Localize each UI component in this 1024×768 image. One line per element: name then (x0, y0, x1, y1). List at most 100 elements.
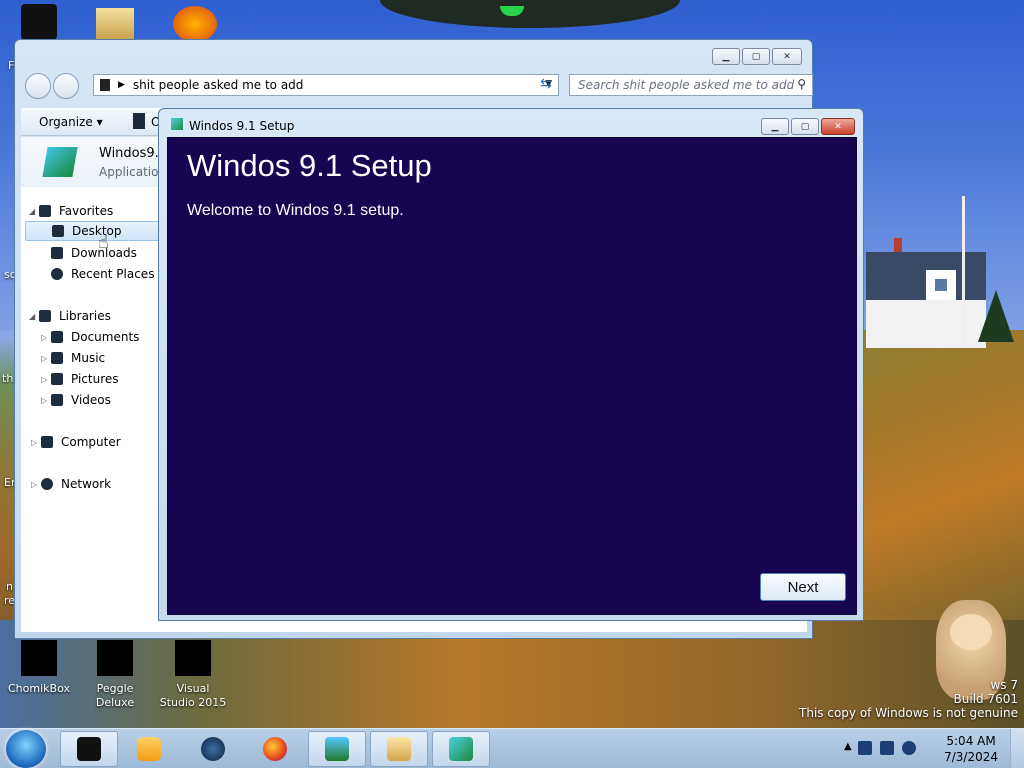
tray-display-icon[interactable] (880, 741, 894, 755)
explorer-navbar: ▶ shit people asked me to add ▼ ⇆ Search… (21, 70, 813, 100)
taskbar-folder-button[interactable] (370, 731, 428, 767)
recycle-bin-icon[interactable] (4, 4, 74, 40)
shortcut-label: Visual Studio 2015 (159, 682, 227, 709)
refresh-icon[interactable]: ⇆ (535, 74, 557, 96)
tray-volume-icon[interactable] (902, 741, 916, 755)
address-text: shit people asked me to add (132, 78, 304, 92)
recent-places-icon (51, 268, 63, 280)
setup-caption-buttons: ▁ ▢ ✕ (759, 118, 855, 135)
folder-icon[interactable] (80, 8, 150, 40)
minimize-button[interactable]: ▁ (761, 118, 789, 135)
star-icon (39, 205, 51, 217)
taskbar-setup-button[interactable] (432, 731, 490, 767)
desktop-peek-label: n (6, 580, 13, 593)
search-icon[interactable]: ⚲ (797, 77, 806, 91)
nav-label: Libraries (59, 309, 111, 323)
search-placeholder: Search shit people asked me to add (578, 78, 795, 92)
start-button[interactable] (6, 730, 46, 768)
search-input[interactable]: Search shit people asked me to add ⚲ (569, 74, 813, 96)
nav-label: Computer (61, 435, 121, 449)
nav-label: Desktop (72, 224, 122, 238)
taskbar: ▲ 5:04 AM 7/3/2024 (0, 728, 1024, 768)
taskbar-media-player-button[interactable] (120, 731, 178, 767)
nav-favorites[interactable]: ◢ Favorites (29, 201, 113, 221)
nav-label: Documents (71, 330, 140, 344)
expand-arrow-icon[interactable]: ◢ (29, 312, 39, 321)
maximize-button[interactable]: ▢ (791, 118, 819, 135)
tray-network-icon[interactable] (858, 741, 872, 755)
nav-downloads[interactable]: Downloads (51, 243, 137, 263)
taskbar-users-button[interactable] (308, 731, 366, 767)
nav-label: Videos (71, 393, 111, 407)
videos-icon (51, 394, 63, 406)
pictures-icon (51, 373, 63, 385)
collapse-arrow-icon[interactable]: ▷ (31, 438, 41, 447)
music-icon (51, 352, 63, 364)
nav-videos[interactable]: ▷ Videos (41, 390, 111, 410)
show-hidden-icons-icon[interactable]: ▲ (844, 741, 852, 752)
setup-heading: Windos 9.1 Setup (187, 148, 432, 183)
collapse-arrow-icon[interactable]: ▷ (41, 375, 51, 384)
peggle-icon (97, 640, 133, 676)
desktop-shortcut-chomikbox[interactable]: ChomikBox (4, 640, 74, 696)
nav-recent-places[interactable]: Recent Places (51, 264, 154, 284)
setup-body: Windos 9.1 Setup Welcome to Windos 9.1 s… (167, 137, 857, 615)
computer-icon (41, 436, 53, 448)
watermark-line1: ws 7 (990, 678, 1018, 692)
close-button[interactable]: ✕ (772, 48, 802, 65)
setup-window-title: Windos 9.1 Setup (189, 119, 295, 133)
collapse-arrow-icon[interactable]: ▷ (31, 480, 41, 489)
pine-tree (978, 290, 1014, 342)
flag-pole (962, 196, 965, 346)
back-button[interactable] (25, 73, 51, 99)
taskbar-explorer-button[interactable] (60, 731, 118, 767)
show-desktop-button[interactable] (1010, 729, 1024, 768)
nav-network[interactable]: ▷ Network (31, 474, 111, 494)
address-bar[interactable]: ▶ shit people asked me to add ▼ (93, 74, 559, 96)
clock-time: 5:04 AM (946, 734, 996, 748)
file-name: Windos9.e (99, 146, 167, 161)
downloads-icon (51, 247, 63, 259)
taskbar-firefox-button[interactable] (246, 731, 304, 767)
toolbar-icon[interactable] (133, 113, 145, 129)
libraries-icon (39, 310, 51, 322)
chomikbox-icon (21, 640, 57, 676)
collapse-arrow-icon[interactable]: ▷ (41, 354, 51, 363)
organize-button[interactable]: Organize ▾ (39, 115, 103, 129)
breadcrumb-arrow-icon: ▶ (118, 80, 125, 90)
nav-pictures[interactable]: ▷ Pictures (41, 369, 119, 389)
shortcut-label: ChomikBox (8, 682, 70, 695)
forward-button[interactable] (53, 73, 79, 99)
maximize-button[interactable]: ▢ (742, 48, 770, 65)
nav-label: Recent Places (71, 267, 155, 281)
setup-window[interactable]: Windos 9.1 Setup ▁ ▢ ✕ Windos 9.1 Setup … (158, 108, 864, 621)
nav-documents[interactable]: ▷ Documents (41, 327, 139, 347)
taskbar-globe-button[interactable] (184, 731, 242, 767)
close-button[interactable]: ✕ (821, 118, 855, 135)
nav-libraries[interactable]: ◢ Libraries (29, 306, 111, 326)
watermark-line3: This copy of Windows is not genuine (799, 706, 1018, 720)
nav-label: Network (61, 477, 112, 491)
nav-label: Music (71, 351, 106, 365)
clock-date: 7/3/2024 (944, 750, 998, 764)
next-button[interactable]: Next (760, 573, 846, 601)
minimize-button[interactable]: ▁ (712, 48, 740, 65)
nav-desktop[interactable]: Desktop (25, 221, 160, 241)
collapse-arrow-icon[interactable]: ▷ (41, 333, 51, 342)
watermark: ws 7 Build 7601 This copy of Windows is … (799, 678, 1018, 720)
welcome-text: Welcome to Windos 9.1 setup. (187, 202, 404, 219)
shortcut-label: Peggle Deluxe (95, 682, 135, 709)
desktop-icon (52, 225, 64, 237)
desktop-shortcut-visual-studio[interactable]: Visual Studio 2015 (158, 640, 228, 710)
desktop-shortcut-peggle[interactable]: Peggle Deluxe (80, 640, 150, 710)
nav-music[interactable]: ▷ Music (41, 348, 105, 368)
collapse-arrow-icon[interactable]: ▷ (41, 396, 51, 405)
system-tray: ▲ 5:04 AM 7/3/2024 (834, 729, 1024, 768)
application-icon (42, 147, 78, 177)
peggle-top-icon[interactable] (160, 6, 230, 42)
clock[interactable]: 5:04 AM 7/3/2024 (944, 733, 998, 765)
nav-computer[interactable]: ▷ Computer (31, 432, 121, 452)
file-type: Application (99, 165, 167, 179)
setup-app-icon (171, 118, 183, 130)
expand-arrow-icon[interactable]: ◢ (29, 207, 39, 216)
